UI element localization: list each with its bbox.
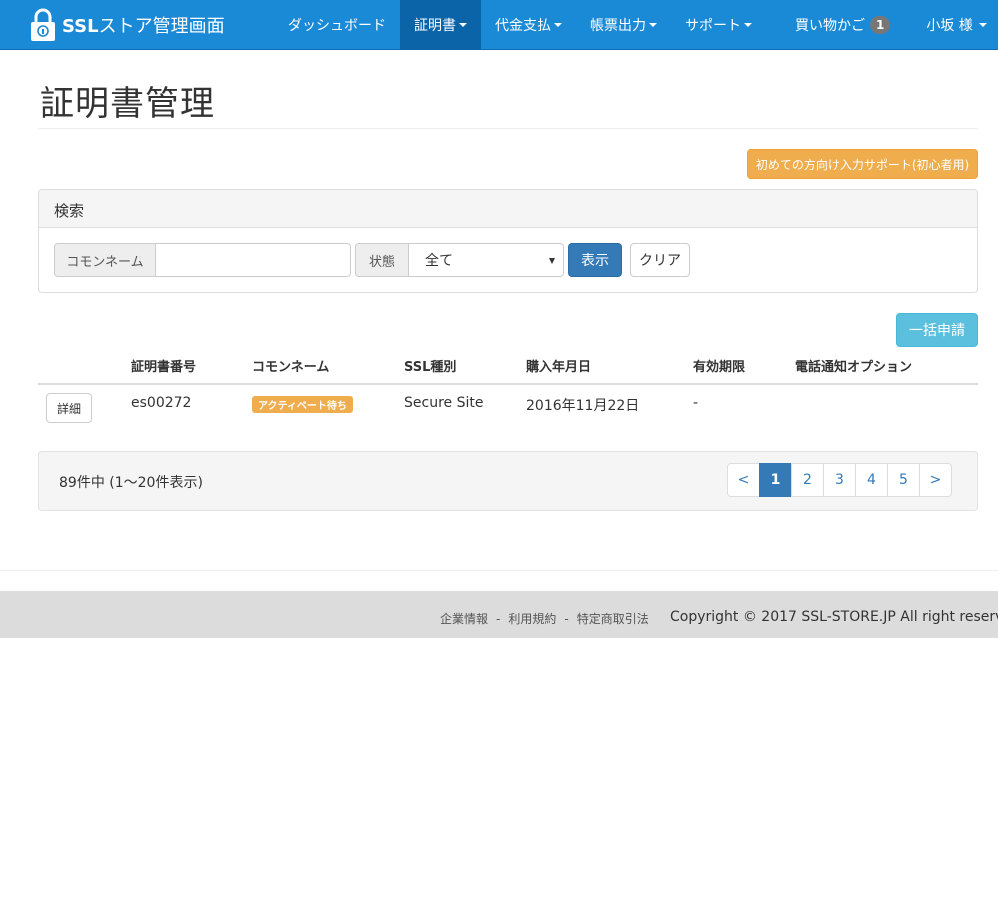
select-arrow-icon — [549, 258, 555, 264]
nav-dashboard[interactable]: ダッシュボード — [274, 0, 400, 50]
search-panel: 検索 コモンネーム 状態 全て 表示 クリア — [38, 189, 978, 293]
page-2-button[interactable]: 2 — [791, 463, 824, 497]
nav-reports[interactable]: 帳票出力 — [576, 0, 671, 50]
header-cert-number: 証明書番号 — [131, 360, 197, 375]
nav-certificates[interactable]: 証明書 — [400, 0, 481, 50]
cert-number-cell: es00272 — [131, 395, 192, 411]
brand-text: SSLストア管理画面 — [62, 16, 225, 37]
caret-down-icon — [744, 23, 752, 27]
caret-down-icon — [649, 23, 657, 27]
status-badge: アクティベート待ち — [252, 396, 353, 413]
ssl-type-cell: Secure Site — [404, 395, 484, 411]
page-prev-button[interactable]: < — [727, 463, 760, 497]
footer-divider — [0, 570, 998, 571]
common-name-input[interactable] — [155, 243, 351, 277]
copyright: Copyright © 2017 SSL-STORE.JP All right … — [670, 609, 998, 625]
footer-link-terms[interactable]: 利用規約 — [508, 612, 556, 626]
header-expiry: 有効期限 — [693, 360, 746, 375]
header-common-name: コモンネーム — [252, 360, 330, 375]
page-1-button[interactable]: 1 — [759, 463, 792, 497]
footer: 企業情報 - 利用規約 - 特定商取引法 Copyright © 2017 SSL-ST… — [0, 591, 998, 638]
title-divider — [38, 128, 978, 129]
status-select[interactable]: 全て — [408, 243, 564, 277]
table-header-divider — [38, 383, 978, 385]
right-nav: 買い物かご 1 小坂 様 — [781, 0, 998, 50]
pagination-well: 89件中 (1～20件表示) < 1 2 3 4 5 > — [38, 451, 978, 511]
page-5-button[interactable]: 5 — [887, 463, 920, 497]
caret-down-icon — [978, 23, 987, 27]
beginner-support-button[interactable]: 初めての方向け入力サポート(初心者用) — [747, 149, 978, 179]
pagination: < 1 2 3 4 5 > — [727, 463, 952, 497]
search-panel-heading: 検索 — [39, 190, 977, 228]
expiry-cell: - — [693, 395, 699, 411]
page-next-button[interactable]: > — [919, 463, 952, 497]
bulk-apply-button[interactable]: 一括申請 — [896, 313, 978, 347]
show-button[interactable]: 表示 — [568, 243, 622, 277]
page-4-button[interactable]: 4 — [855, 463, 888, 497]
result-count: 89件中 (1～20件表示) — [59, 475, 203, 491]
footer-link-commerce-law[interactable]: 特定商取引法 — [577, 612, 649, 626]
caret-down-icon — [554, 23, 562, 27]
header-phone-option: 電話通知オプション — [795, 360, 913, 375]
footer-link-company[interactable]: 企業情報 — [440, 612, 488, 626]
cart-count-badge: 1 — [870, 16, 891, 34]
top-navbar: SSLストア管理画面 ダッシュボード 証明書 代金支払 帳票出力 サポート 買い… — [0, 0, 998, 50]
status-label: 状態 — [355, 243, 409, 277]
brand-logo-link[interactable]: SSLストア管理画面 — [30, 0, 225, 50]
caret-down-icon — [459, 23, 467, 27]
detail-button[interactable]: 詳細 — [46, 393, 92, 423]
nav-payment[interactable]: 代金支払 — [481, 0, 576, 50]
purchase-date-cell: 2016年11月22日 — [526, 398, 640, 414]
main-nav: ダッシュボード 証明書 代金支払 帳票出力 サポート — [274, 0, 766, 50]
nav-support[interactable]: サポート — [671, 0, 766, 50]
page-title: 証明書管理 — [40, 84, 215, 124]
page-3-button[interactable]: 3 — [823, 463, 856, 497]
header-purchase-date: 購入年月日 — [526, 360, 592, 375]
header-ssl-type: SSL種別 — [404, 360, 457, 375]
lock-icon — [31, 8, 55, 41]
status-selected-value: 全て — [425, 253, 453, 269]
nav-cart[interactable]: 買い物かご 1 — [781, 0, 904, 50]
nav-user-menu[interactable]: 小坂 様 — [904, 0, 998, 50]
footer-links: 企業情報 - 利用規約 - 特定商取引法 — [440, 612, 649, 626]
common-name-label: コモンネーム — [54, 243, 156, 277]
clear-button[interactable]: クリア — [630, 243, 690, 277]
